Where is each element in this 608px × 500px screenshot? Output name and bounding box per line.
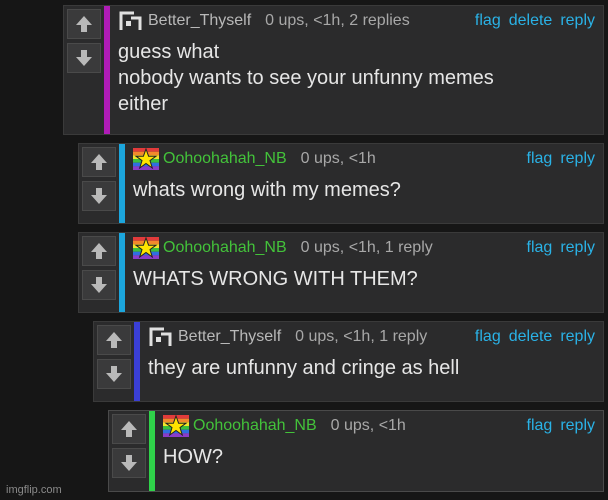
comment-body: Oohoohahah_NB 0 ups, <1h flag reply what… (125, 144, 603, 223)
comment: Oohoohahah_NB 0 ups, <1h, 1 reply flag r… (78, 232, 604, 313)
up-arrow-icon (106, 332, 122, 348)
comment-text-line: nobody wants to see your unfunny memes (118, 67, 494, 89)
comment-username[interactable]: Oohoohahah_NB (163, 239, 287, 257)
flag-link[interactable]: flag (527, 239, 553, 257)
comment-text-line: HOW? (163, 446, 223, 468)
rainbow-star-avatar[interactable] (163, 415, 189, 437)
flag-link[interactable]: flag (475, 328, 501, 346)
comment-text-line: guess what (118, 41, 220, 63)
imgflip-watermark: imgflip.com (6, 484, 62, 496)
downvote-button[interactable] (82, 270, 116, 300)
comment-username[interactable]: Better_Thyself (148, 12, 251, 30)
down-arrow-icon (121, 455, 137, 471)
comment-text: they are unfunny and cringe as hell (148, 355, 595, 381)
down-arrow-icon (76, 50, 92, 66)
comment-text: HOW? (163, 444, 595, 470)
comment-body: Oohoohahah_NB 0 ups, <1h flag reply HOW? (155, 411, 603, 491)
comment-text-line: WHATS WRONG WITH THEM? (133, 268, 418, 290)
comment-body: Better_Thyself 0 ups, <1h, 2 replies fla… (110, 6, 603, 134)
comment-header: Better_Thyself 0 ups, <1h, 2 replies fla… (118, 9, 595, 33)
comment-text-line: they are unfunny and cringe as hell (148, 357, 460, 379)
upvote-button[interactable] (97, 325, 131, 355)
downvote-button[interactable] (82, 181, 116, 211)
reply-link[interactable]: reply (560, 150, 595, 168)
upvote-button[interactable] (112, 414, 146, 444)
comment-meta: 0 ups, <1h, 2 replies (265, 12, 410, 29)
comment-meta: 0 ups, <1h (300, 150, 376, 167)
down-arrow-icon (91, 188, 107, 204)
comment: Better_Thyself 0 ups, <1h, 1 reply flag … (93, 321, 604, 402)
downvote-button[interactable] (112, 448, 146, 478)
comment-text-line: either (118, 93, 169, 115)
comment-header: Better_Thyself 0 ups, <1h, 1 reply flag … (148, 325, 595, 349)
up-arrow-icon (76, 16, 92, 32)
comment-actions: flag reply (527, 239, 595, 257)
comment-text: whats wrong with my memes? (133, 177, 595, 203)
comment-body: Oohoohahah_NB 0 ups, <1h, 1 reply flag r… (125, 233, 603, 312)
reply-link[interactable]: reply (560, 417, 595, 435)
up-arrow-icon (91, 243, 107, 259)
comment-actions: flag delete reply (475, 12, 595, 30)
comment-text: WHATS WRONG WITH THEM? (133, 266, 595, 292)
comment: Oohoohahah_NB 0 ups, <1h flag reply what… (78, 143, 604, 224)
comment-body: Better_Thyself 0 ups, <1h, 1 reply flag … (140, 322, 603, 401)
downvote-button[interactable] (97, 359, 131, 389)
upvote-button[interactable] (82, 236, 116, 266)
upvote-button[interactable] (82, 147, 116, 177)
comment-header: Oohoohahah_NB 0 ups, <1h flag reply (163, 414, 595, 438)
comment-text: guess what nobody wants to see your unfu… (118, 39, 595, 117)
comment-thread: Better_Thyself 0 ups, <1h, 2 replies fla… (0, 0, 608, 500)
comment-actions: flag reply (527, 150, 595, 168)
comment-header: Oohoohahah_NB 0 ups, <1h flag reply (133, 147, 595, 171)
flag-link[interactable]: flag (527, 417, 553, 435)
better-thyself-avatar[interactable] (118, 10, 144, 32)
up-arrow-icon (91, 154, 107, 170)
downvote-button[interactable] (67, 43, 101, 73)
rainbow-star-avatar[interactable] (133, 237, 159, 259)
vote-column (79, 233, 119, 312)
comment-actions: flag reply (527, 417, 595, 435)
reply-link[interactable]: reply (560, 239, 595, 257)
down-arrow-icon (106, 366, 122, 382)
comment: Oohoohahah_NB 0 ups, <1h flag reply HOW? (108, 410, 604, 492)
delete-link[interactable]: delete (509, 328, 553, 346)
comment-meta: 0 ups, <1h, 1 reply (295, 328, 428, 345)
comment-username[interactable]: Better_Thyself (178, 328, 281, 346)
comment-username[interactable]: Oohoohahah_NB (193, 417, 317, 435)
better-thyself-avatar[interactable] (148, 326, 174, 348)
comment-actions: flag delete reply (475, 328, 595, 346)
comment: Better_Thyself 0 ups, <1h, 2 replies fla… (63, 5, 604, 135)
delete-link[interactable]: delete (509, 12, 553, 30)
vote-column (109, 411, 149, 491)
comment-meta: 0 ups, <1h, 1 reply (300, 239, 433, 256)
comment-meta: 0 ups, <1h (330, 417, 406, 434)
comment-username[interactable]: Oohoohahah_NB (163, 150, 287, 168)
down-arrow-icon (91, 277, 107, 293)
vote-column (64, 6, 104, 134)
flag-link[interactable]: flag (475, 12, 501, 30)
reply-link[interactable]: reply (560, 12, 595, 30)
up-arrow-icon (121, 421, 137, 437)
comment-text-line: whats wrong with my memes? (133, 179, 401, 201)
vote-column (79, 144, 119, 223)
upvote-button[interactable] (67, 9, 101, 39)
comment-header: Oohoohahah_NB 0 ups, <1h, 1 reply flag r… (133, 236, 595, 260)
vote-column (94, 322, 134, 401)
flag-link[interactable]: flag (527, 150, 553, 168)
reply-link[interactable]: reply (560, 328, 595, 346)
rainbow-star-avatar[interactable] (133, 148, 159, 170)
